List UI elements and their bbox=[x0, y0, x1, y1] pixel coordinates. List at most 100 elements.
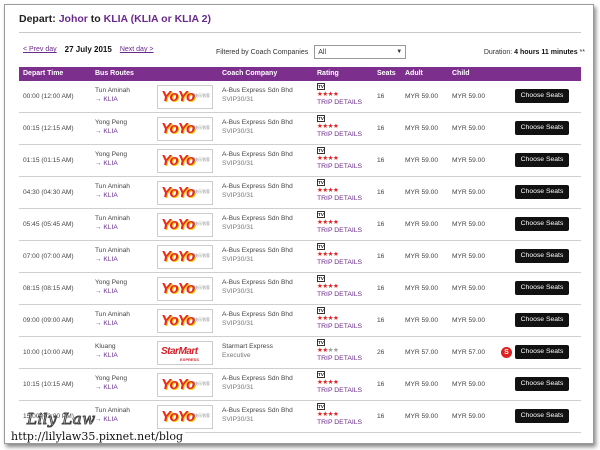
adult-price: MYR 59.00 bbox=[405, 93, 438, 100]
rating: TV ★★★★ TRIP DETAILS bbox=[317, 115, 362, 139]
operator-badge-icon: S bbox=[501, 347, 512, 358]
coach-company: A-Bus Express Sdn Bhd SVIP30/31 bbox=[222, 182, 293, 200]
choose-seats-button[interactable]: Choose Seats bbox=[515, 89, 569, 103]
company-filter-select[interactable]: All ▼ bbox=[314, 45, 407, 59]
depart-time: 08:15 (08:15 AM) bbox=[23, 285, 74, 292]
bus-route: Tun Aminah → KLIA bbox=[95, 86, 130, 104]
watermark-signature: Lily Law bbox=[27, 410, 96, 429]
star-rating: ★★★★ bbox=[317, 347, 339, 354]
col-seats: Seats bbox=[377, 70, 396, 77]
table-row: 15:00 (03:00 PM) Tun Aminah → KLIA YoYo 快乐到家… bbox=[19, 401, 581, 433]
trip-table-body: 00:00 (12:00 AM) Tun Aminah → KLIA YoYo 快乐到家… bbox=[19, 81, 581, 433]
coach-type: SVIP30/31 bbox=[222, 96, 254, 103]
choose-seats-button[interactable]: Choose Seats bbox=[515, 281, 569, 295]
adult-price: MYR 59.00 bbox=[405, 125, 438, 132]
child-price: MYR 59.00 bbox=[452, 125, 485, 132]
star-rating: ★★★★ bbox=[317, 123, 339, 130]
header-divider bbox=[19, 32, 581, 33]
trip-details-link[interactable]: TRIP DETAILS bbox=[317, 163, 362, 171]
bus-route: Tun Aminah → KLIA bbox=[95, 310, 130, 328]
coach-type: SVIP30/31 bbox=[222, 192, 254, 199]
coach-type: SVIP30/31 bbox=[222, 320, 254, 327]
trip-details-link[interactable]: TRIP DETAILS bbox=[317, 259, 362, 267]
choose-seats-button[interactable]: Choose Seats bbox=[515, 249, 569, 263]
route-to: → KLIA bbox=[95, 128, 118, 135]
route-from: Kluang bbox=[95, 343, 116, 350]
bus-route: Kluang → KLIA bbox=[95, 342, 118, 360]
company-name: A-Bus Express Sdn Bhd bbox=[222, 183, 293, 190]
choose-seats-button[interactable]: Choose Seats bbox=[515, 409, 569, 423]
trip-details-link[interactable]: TRIP DETAILS bbox=[317, 291, 362, 299]
coach-company: Starmart Express Executive bbox=[222, 342, 273, 360]
coach-company-logo: YoYo 快乐到家 bbox=[157, 373, 213, 397]
route-to: → KLIA bbox=[95, 320, 118, 327]
choose-seats-button[interactable]: Choose Seats bbox=[515, 185, 569, 199]
bus-route: Yong Peng → KLIA bbox=[95, 118, 127, 136]
coach-company: A-Bus Express Sdn Bhd SVIP30/31 bbox=[222, 278, 293, 296]
trip-details-link[interactable]: TRIP DETAILS bbox=[317, 99, 362, 107]
company-name: A-Bus Express Sdn Bhd bbox=[222, 151, 293, 158]
coach-company-logo: YoYo 快乐到家 bbox=[157, 85, 213, 109]
choose-seats-button[interactable]: Choose Seats bbox=[515, 121, 569, 135]
tv-icon: TV bbox=[317, 275, 325, 282]
to-text: to bbox=[90, 13, 101, 25]
company-filter: Filtered by Coach Companies All ▼ bbox=[216, 45, 407, 59]
choose-seats-button[interactable]: Choose Seats bbox=[515, 345, 569, 359]
seats-available: 16 bbox=[377, 317, 385, 324]
star-rating: ★★★★ bbox=[317, 379, 339, 386]
tv-icon: TV bbox=[317, 211, 325, 218]
star-rating: ★★★★ bbox=[317, 283, 339, 290]
bus-route: Tun Aminah → KLIA bbox=[95, 214, 130, 232]
choose-seats-button[interactable]: Choose Seats bbox=[515, 313, 569, 327]
col-coach-company: Coach Company bbox=[222, 70, 278, 77]
choose-seats-button[interactable]: Choose Seats bbox=[515, 377, 569, 391]
coach-type: SVIP30/31 bbox=[222, 288, 254, 295]
trip-details-link[interactable]: TRIP DETAILS bbox=[317, 131, 362, 139]
table-row: 08:15 (08:15 AM) Yong Peng → KLIA YoYo 快乐到家 A… bbox=[19, 273, 581, 305]
seats-available: 16 bbox=[377, 157, 385, 164]
rating: TV ★★★★ TRIP DETAILS bbox=[317, 83, 362, 107]
starmart-logo-text: StarMart bbox=[161, 346, 198, 357]
coach-company-logo: StarMart EXPRESS bbox=[157, 341, 213, 365]
trip-details-link[interactable]: TRIP DETAILS bbox=[317, 227, 362, 235]
trip-details-link[interactable]: TRIP DETAILS bbox=[317, 195, 362, 203]
table-row: 10:15 (10:15 AM) Yong Peng → KLIA YoYo 快乐到家 A… bbox=[19, 369, 581, 401]
prev-day-link[interactable]: < Prev day bbox=[23, 46, 57, 53]
rating: TV ★★★★ TRIP DETAILS bbox=[317, 371, 362, 395]
table-row: 01:15 (01:15 AM) Yong Peng → KLIA YoYo 快乐到家 A… bbox=[19, 145, 581, 177]
rating: TV ★★★★ TRIP DETAILS bbox=[317, 211, 362, 235]
trip-details-link[interactable]: TRIP DETAILS bbox=[317, 387, 362, 395]
choose-seats-button[interactable]: Choose Seats bbox=[515, 153, 569, 167]
coach-company-logo: YoYo 快乐到家 bbox=[157, 309, 213, 333]
yoyo-logo-tagline: 快乐到家 bbox=[194, 413, 210, 418]
rating: TV ★★★★ TRIP DETAILS bbox=[317, 275, 362, 299]
tv-icon: TV bbox=[317, 243, 325, 250]
route-from: Tun Aminah bbox=[95, 215, 130, 222]
yoyo-logo-tagline: 快乐到家 bbox=[194, 381, 210, 386]
star-rating: ★★★★ bbox=[317, 411, 339, 418]
coach-company: A-Bus Express Sdn Bhd SVIP30/31 bbox=[222, 374, 293, 392]
adult-price: MYR 59.00 bbox=[405, 157, 438, 164]
adult-price: MYR 59.00 bbox=[405, 317, 438, 324]
col-depart-time: Depart Time bbox=[23, 70, 64, 77]
bus-route: Yong Peng → KLIA bbox=[95, 374, 127, 392]
trip-details-link[interactable]: TRIP DETAILS bbox=[317, 355, 362, 363]
star-rating: ★★★★ bbox=[317, 155, 339, 162]
coach-company: A-Bus Express Sdn Bhd SVIP30/31 bbox=[222, 86, 293, 104]
starmart-logo-tagline: EXPRESS bbox=[180, 357, 199, 362]
seats-available: 16 bbox=[377, 189, 385, 196]
trip-details-link[interactable]: TRIP DETAILS bbox=[317, 323, 362, 331]
table-header: Depart Time Bus Routes Coach Company Rat… bbox=[19, 67, 581, 81]
watermark-url: http://lilylaw35.pixnet.net/blog bbox=[9, 430, 186, 443]
adult-price: MYR 59.00 bbox=[405, 221, 438, 228]
next-day-link[interactable]: Next day > bbox=[120, 46, 154, 53]
choose-seats-button[interactable]: Choose Seats bbox=[515, 217, 569, 231]
yoyo-logo-text: YoYo bbox=[161, 376, 195, 393]
depart-time: 00:00 (12:00 AM) bbox=[23, 93, 74, 100]
yoyo-logo-text: YoYo bbox=[161, 408, 195, 425]
filter-label: Filtered by Coach Companies bbox=[216, 48, 309, 56]
table-row: 04:30 (04:30 AM) Tun Aminah → KLIA YoYo 快乐到家… bbox=[19, 177, 581, 209]
adult-price: MYR 59.00 bbox=[405, 253, 438, 260]
bus-route: Yong Peng → KLIA bbox=[95, 150, 127, 168]
trip-details-link[interactable]: TRIP DETAILS bbox=[317, 419, 362, 427]
